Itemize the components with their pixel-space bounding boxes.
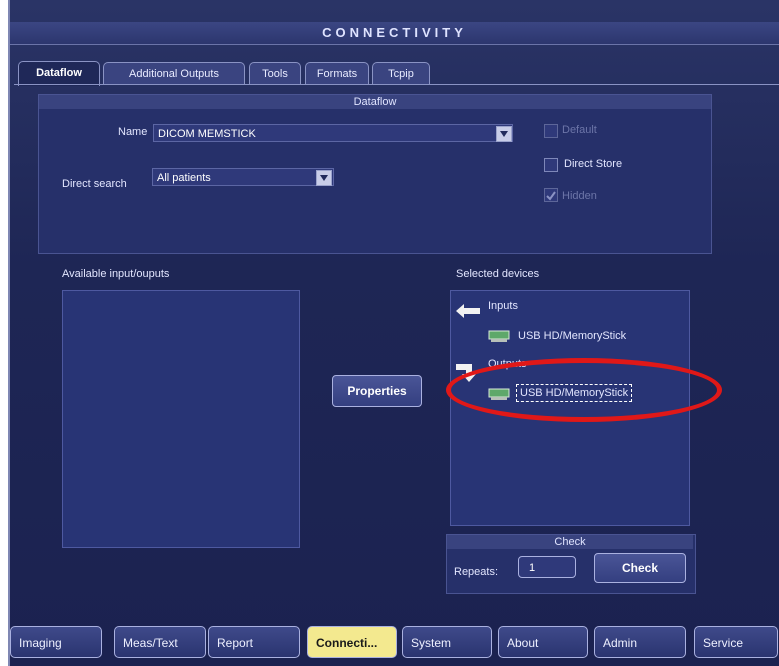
nav-meas-text[interactable]: Meas/Text bbox=[114, 626, 206, 658]
nav-connectivity[interactable]: Connecti... bbox=[307, 626, 397, 658]
tab-dataflow[interactable]: Dataflow bbox=[18, 61, 100, 86]
hidden-label: Hidden bbox=[562, 190, 597, 202]
name-value: DICOM MEMSTICK bbox=[158, 128, 256, 140]
dataflow-panel: Dataflow bbox=[38, 94, 712, 254]
nav-admin[interactable]: Admin bbox=[594, 626, 686, 658]
direct-search-dropdown[interactable]: All patients bbox=[152, 168, 334, 186]
checkmark-icon bbox=[546, 191, 556, 201]
properties-button[interactable]: Properties bbox=[332, 375, 422, 407]
inputs-arrow-icon bbox=[454, 300, 484, 327]
default-checkbox[interactable] bbox=[544, 124, 558, 138]
repeats-input[interactable]: 1 bbox=[518, 556, 576, 578]
default-label: Default bbox=[562, 124, 597, 136]
selected-devices-label: Selected devices bbox=[456, 268, 540, 280]
usb-device-icon bbox=[488, 329, 510, 348]
tab-formats[interactable]: Formats bbox=[305, 62, 369, 85]
available-label: Available input/ouputs bbox=[62, 268, 170, 280]
dataflow-panel-title: Dataflow bbox=[39, 95, 711, 109]
tab-additional-outputs[interactable]: Additional Outputs bbox=[103, 62, 245, 85]
tab-divider bbox=[14, 84, 779, 85]
input-device-item[interactable]: USB HD/MemoryStick bbox=[518, 330, 626, 342]
direct-search-value: All patients bbox=[157, 172, 211, 184]
repeats-label: Repeats: bbox=[454, 566, 499, 578]
tab-tools[interactable]: Tools bbox=[249, 62, 301, 85]
check-panel-title: Check bbox=[447, 535, 693, 549]
name-label: Name bbox=[118, 126, 148, 138]
highlight-ellipse bbox=[446, 358, 722, 422]
nav-service[interactable]: Service bbox=[694, 626, 778, 658]
direct-search-label: Direct search bbox=[62, 178, 127, 190]
check-button[interactable]: Check bbox=[594, 553, 686, 583]
nav-system[interactable]: System bbox=[402, 626, 492, 658]
nav-report[interactable]: Report bbox=[208, 626, 300, 658]
tab-tcpip[interactable]: Tcpip bbox=[372, 62, 430, 85]
name-dropdown-chevron-icon[interactable] bbox=[496, 126, 512, 142]
name-dropdown[interactable]: DICOM MEMSTICK bbox=[153, 124, 513, 142]
available-list[interactable] bbox=[62, 290, 300, 548]
direct-store-checkbox[interactable] bbox=[544, 158, 558, 172]
direct-search-chevron-icon[interactable] bbox=[316, 170, 332, 186]
inputs-label: Inputs bbox=[488, 300, 518, 312]
direct-store-label: Direct Store bbox=[564, 158, 623, 170]
hidden-checkbox[interactable] bbox=[544, 188, 558, 202]
nav-imaging[interactable]: Imaging bbox=[10, 626, 102, 658]
nav-about[interactable]: About bbox=[498, 626, 588, 658]
window-title: CONNECTIVITY bbox=[10, 22, 779, 45]
